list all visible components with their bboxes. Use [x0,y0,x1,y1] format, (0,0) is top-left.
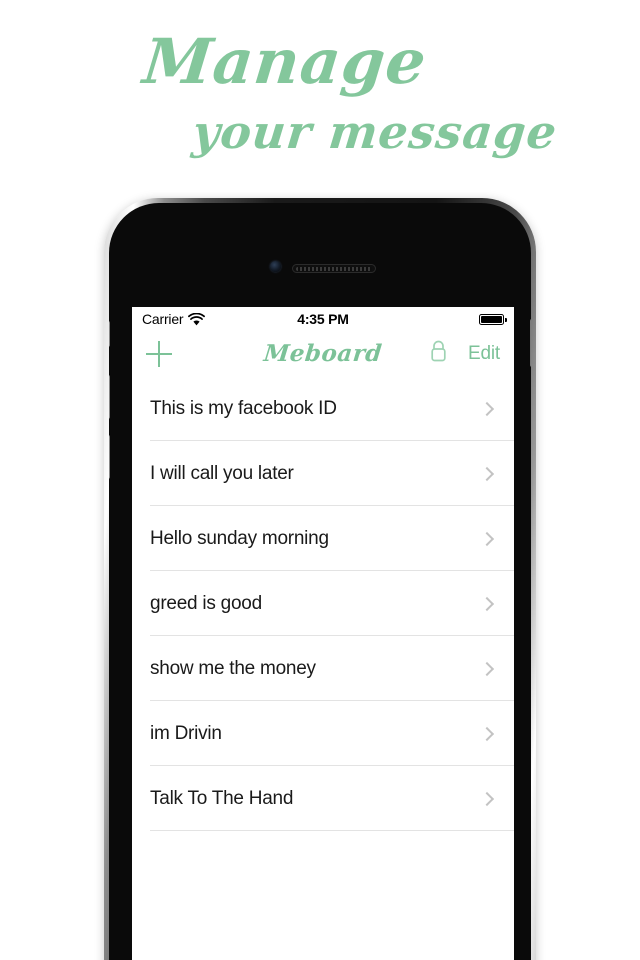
navigation-bar: Meboard Edit [132,331,514,376]
status-bar-right [479,313,507,325]
list-item[interactable]: Talk To The Hand [132,766,514,831]
list-item-label: Hello sunday morning [150,527,329,549]
chevron-right-icon [479,531,495,546]
chevron-right-icon [479,596,495,611]
list-item[interactable]: This is my facebook ID [132,376,514,441]
list-item-label: This is my facebook ID [150,397,337,419]
chevron-right-icon [479,401,495,416]
battery-full-icon [479,313,507,325]
lock-icon[interactable] [429,339,448,368]
list-item[interactable]: Hello sunday morning [132,506,514,571]
list-item[interactable]: I will call you later [132,441,514,506]
list-item[interactable]: im Drivin [132,701,514,766]
promo-screenshot: Manage your message Carrier 4:35 PM Mebo… [0,0,640,960]
list-item-label: I will call you later [150,462,294,484]
list-item-label: show me the money [150,657,316,679]
front-camera-icon [270,261,281,272]
volume-down-button[interactable] [109,435,110,479]
list-item-label: im Drivin [150,722,222,744]
status-bar: Carrier 4:35 PM [132,307,514,331]
chevron-right-icon [479,791,495,806]
edit-button[interactable]: Edit [468,343,500,365]
power-button[interactable] [530,319,531,367]
phone-screen: Carrier 4:35 PM Meboard Edit This is my … [132,307,514,960]
phone-device-frame: Carrier 4:35 PM Meboard Edit This is my … [104,198,536,960]
chevron-right-icon [479,466,495,481]
promo-headline-line1: Manage [139,25,431,98]
volume-up-button[interactable] [109,375,110,419]
list-item[interactable]: show me the money [132,636,514,701]
silent-switch-button[interactable] [109,321,110,347]
status-bar-left: Carrier [142,311,206,327]
list-item-label: greed is good [150,592,262,614]
promo-headline-line2: your message [190,105,560,159]
chevron-right-icon [479,661,495,676]
phone-bezel: Carrier 4:35 PM Meboard Edit This is my … [109,203,531,960]
carrier-label: Carrier [142,311,184,327]
wifi-icon [188,312,206,326]
message-list: This is my facebook ID I will call you l… [132,376,514,960]
list-item[interactable]: greed is good [132,571,514,636]
battery-level-fill [481,315,502,323]
chevron-right-icon [479,726,495,741]
plus-icon[interactable] [146,340,172,367]
promo-headline: Manage your message [0,25,640,160]
list-item-label: Talk To The Hand [150,787,294,809]
earpiece-speaker-icon [292,264,376,273]
navigation-bar-right: Edit [429,339,500,368]
